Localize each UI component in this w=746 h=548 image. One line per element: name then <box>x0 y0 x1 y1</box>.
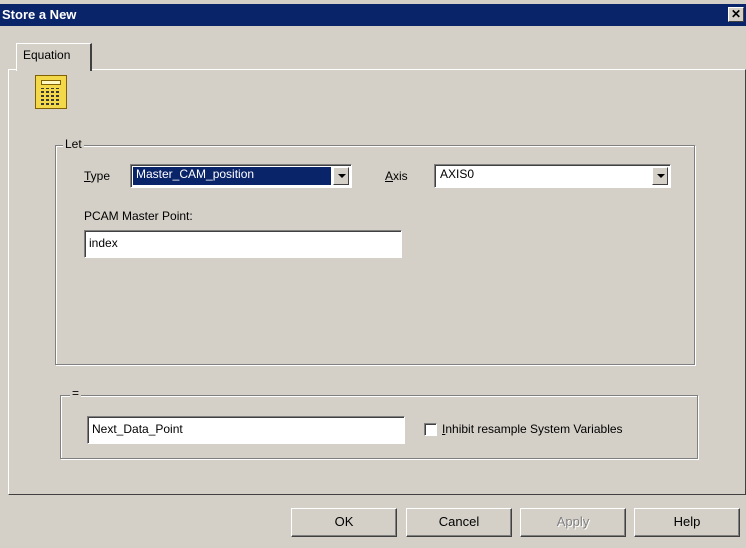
axis-combobox[interactable]: AXIS0 <box>434 164 671 188</box>
pcam-master-point-input[interactable]: index <box>84 230 402 258</box>
calculator-keys <box>41 88 61 105</box>
axis-label-rest: xis <box>393 169 408 183</box>
calculator-icon <box>35 75 67 109</box>
close-button[interactable]: ✕ <box>728 7 744 22</box>
axis-dropdown-arrow-icon[interactable] <box>652 167 668 185</box>
axis-combobox-value: AXIS0 <box>440 167 475 181</box>
calculator-screen <box>41 80 61 85</box>
close-icon: ✕ <box>730 7 742 21</box>
next-data-point-input[interactable]: Next_Data_Point <box>87 416 405 444</box>
title-bar: Store a New ✕ <box>0 4 746 26</box>
type-label-mnemonic: T <box>84 169 91 183</box>
let-group-label: Let <box>63 137 84 151</box>
axis-label: Axis <box>385 169 408 183</box>
type-combobox-value: Master_CAM_position <box>133 167 331 185</box>
type-label: Type <box>84 169 110 183</box>
apply-button[interactable]: Apply <box>520 508 626 537</box>
pcam-master-point-label: PCAM Master Point: <box>84 209 193 223</box>
cancel-button[interactable]: Cancel <box>406 508 512 537</box>
window-title: Store a New <box>2 7 77 22</box>
type-combobox[interactable]: Master_CAM_position <box>130 164 352 188</box>
inhibit-resample-checkbox[interactable] <box>424 423 437 436</box>
axis-label-mnemonic: A <box>385 169 394 183</box>
ok-button[interactable]: OK <box>291 508 397 537</box>
tab-equation-label: Equation <box>23 48 71 62</box>
inhibit-label-rest: nhibit resample System Variables <box>445 422 623 436</box>
tab-equation[interactable]: Equation <box>16 43 92 71</box>
equals-group-label: = <box>70 386 82 400</box>
type-dropdown-arrow-icon[interactable] <box>333 167 349 185</box>
store-a-new-dialog: Store a New ✕ Equation Let Type Master_C… <box>0 0 746 548</box>
type-label-rest: ype <box>90 169 111 183</box>
help-button[interactable]: Help <box>634 508 740 537</box>
inhibit-resample-label[interactable]: Inhibit resample System Variables <box>442 422 623 436</box>
